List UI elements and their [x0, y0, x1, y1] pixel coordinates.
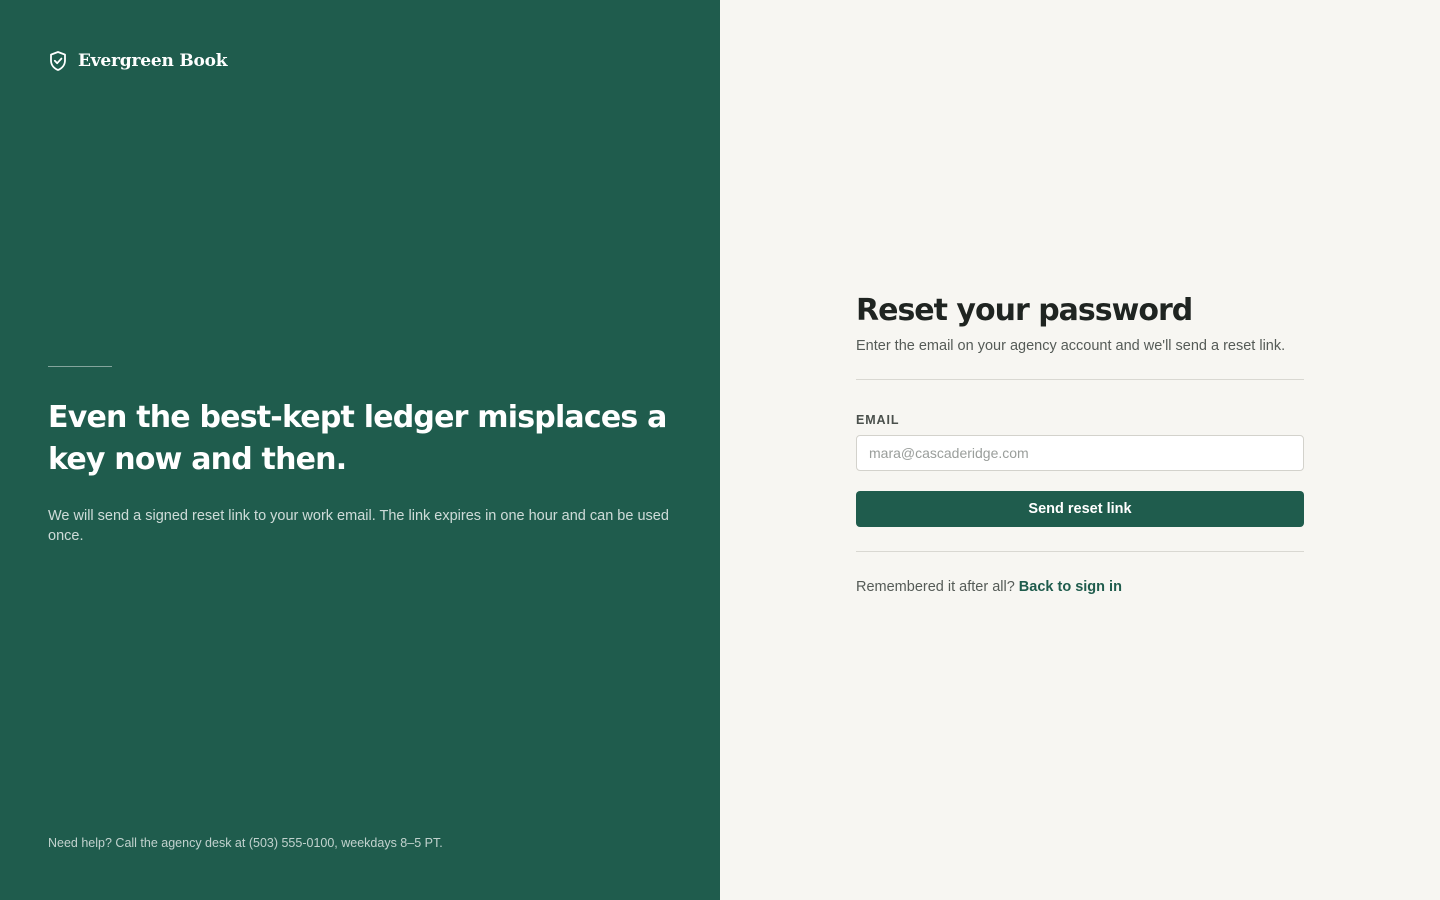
back-to-sign-in-link[interactable]: Back to sign in: [1019, 579, 1122, 595]
form-subtitle: Enter the email on your agency account a…: [856, 338, 1286, 354]
form-divider-bottom: [856, 551, 1304, 552]
email-label: EMAIL: [856, 413, 900, 427]
brand-name: Evergreen Book: [78, 51, 228, 71]
email-input[interactable]: [856, 435, 1304, 471]
hero-description: We will send a signed reset link to your…: [48, 508, 669, 544]
help-text: Need help? Call the agency desk at (503)…: [48, 836, 443, 850]
back-prompt: Remembered it after all?: [856, 579, 1015, 595]
accent-divider: [48, 366, 112, 367]
shield-check-icon: [48, 50, 68, 72]
hero-title: Even the best-kept ledger misplaces a ke…: [48, 400, 667, 477]
form-panel: Reset your password Enter the email on y…: [720, 0, 1440, 900]
form-divider-top: [856, 379, 1304, 380]
back-to-sign-in-row: Remembered it after all? Back to sign in: [856, 577, 1304, 597]
reset-password-form: Reset your password Enter the email on y…: [856, 290, 1304, 597]
brand-panel: Evergreen Book Even the best-kept ledger…: [0, 0, 720, 900]
send-reset-link-button[interactable]: Send reset link: [856, 491, 1304, 527]
brand-logo: Evergreen Book: [48, 49, 228, 73]
form-title: Reset your password: [856, 293, 1193, 328]
